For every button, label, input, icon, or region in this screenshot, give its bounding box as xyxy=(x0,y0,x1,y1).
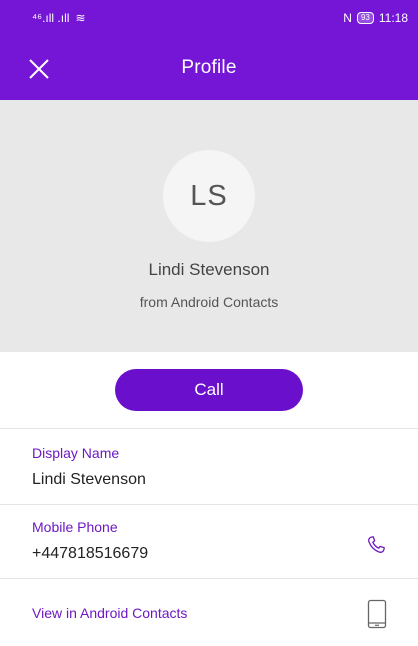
display-name-label: Display Name xyxy=(32,445,120,461)
status-bar: ⁴⁶.ıll .ıll ≋ N 93 11:18 xyxy=(0,0,418,36)
battery-icon: 93 xyxy=(356,12,374,24)
open-contacts-button[interactable] xyxy=(366,599,388,629)
avatar: LS xyxy=(163,150,255,242)
status-right: N 93 11:18 xyxy=(343,11,408,25)
display-name-row: Display Name Lindi Stevenson xyxy=(0,428,418,504)
view-in-contacts-row[interactable]: View in Android Contacts xyxy=(0,578,418,646)
status-time: 11:18 xyxy=(378,11,408,25)
call-section: Call xyxy=(0,352,418,428)
status-left: ⁴⁶.ıll .ıll ≋ xyxy=(32,11,86,25)
mobile-device-icon xyxy=(367,599,387,629)
app-toolbar: Profile xyxy=(0,36,418,100)
mobile-phone-value: +447818516679 xyxy=(32,545,149,562)
display-name-value: Lindi Stevenson xyxy=(32,471,146,488)
mobile-phone-row: Mobile Phone +447818516679 xyxy=(0,504,418,578)
mobile-phone-label: Mobile Phone xyxy=(32,519,118,535)
cell-signal-indicator: ⁴⁶.ıll .ıll xyxy=(32,11,70,25)
close-button[interactable] xyxy=(26,56,52,82)
close-icon xyxy=(29,59,49,79)
call-button[interactable]: Call xyxy=(115,369,303,411)
contact-source: from Android Contacts xyxy=(139,294,279,310)
profile-header: LS Lindi Stevenson from Android Contacts xyxy=(0,100,418,352)
wifi-icon: ≋ xyxy=(75,11,86,25)
call-phone-button[interactable] xyxy=(364,533,388,557)
view-in-contacts-link[interactable]: View in Android Contacts xyxy=(32,605,187,621)
page-title: Profile xyxy=(181,57,237,78)
contact-name: Lindi Stevenson xyxy=(148,260,270,279)
nfc-icon: N xyxy=(343,11,352,25)
phone-icon xyxy=(368,536,385,553)
